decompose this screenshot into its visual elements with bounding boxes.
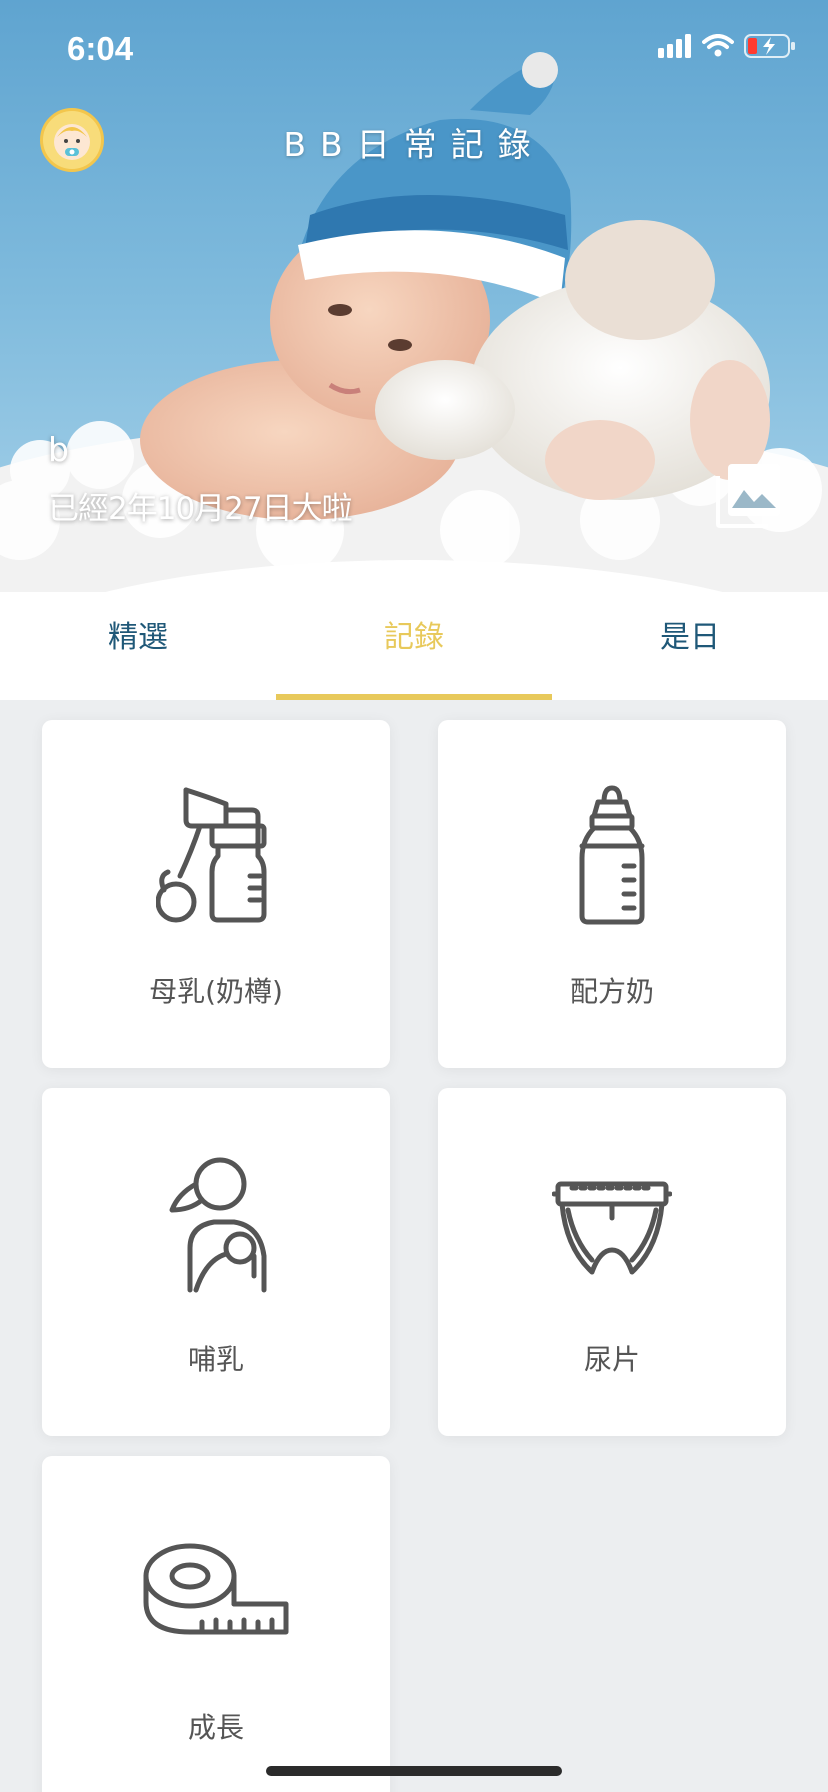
record-label: 配方奶 [569,975,654,1008]
record-label: 成長 [187,1711,244,1744]
gallery-button[interactable] [714,460,784,530]
record-card-breastfeeding[interactable]: 哺乳 [42,1088,390,1436]
status-icons [658,34,796,58]
tab-today[interactable]: 是日 [552,592,828,700]
measuring-tape-icon [143,1543,289,1635]
wifi-icon [702,34,734,57]
record-card-diaper[interactable]: 尿片 [438,1088,786,1436]
baby-age: 已經2年10月27日大啦 [48,491,353,527]
record-label: 哺乳 [187,1343,244,1376]
record-card-growth[interactable]: 成長 [42,1456,390,1792]
status-time: 6:04 [67,30,134,67]
record-label: 母乳(奶樽) [149,975,283,1008]
tab-bar: 精選 記錄 是日 [0,592,828,700]
tab-records[interactable]: 記錄 [276,592,552,700]
home-indicator[interactable] [266,1766,562,1776]
breastfeeding-icon [169,1157,267,1293]
record-card-formula[interactable]: 配方奶 [438,720,786,1068]
baby-bottle-icon [579,785,645,925]
battery-icon [744,34,795,58]
tab-featured[interactable]: 精選 [0,592,276,700]
breast-pump-icon [156,787,267,923]
hero-banner: 6:04 BB日常記錄 b 已經2年10月27日大啦 [0,0,828,600]
baby-name: b [48,430,69,469]
diaper-icon [552,1181,672,1275]
app-title: BB日常記錄 [283,125,545,164]
gallery-icon [716,464,780,528]
record-label: 尿片 [583,1343,640,1376]
cellular-signal-icon [658,34,691,58]
record-card-breast-milk-bottle[interactable]: 母乳(奶樽) [42,720,390,1068]
